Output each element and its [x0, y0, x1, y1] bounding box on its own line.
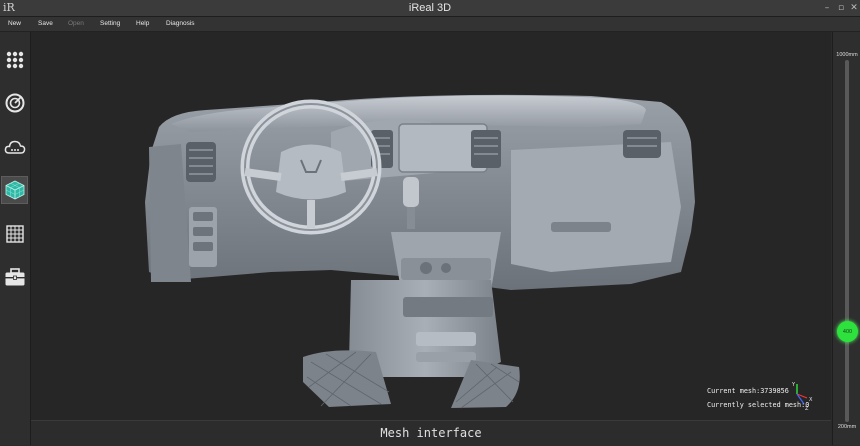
menu-help[interactable]: Help [136, 17, 149, 31]
selected-mesh-count: Currently selected mesh:0 [707, 401, 810, 409]
menu-new[interactable]: New [8, 17, 21, 31]
menu-open[interactable]: Open [68, 17, 84, 31]
status-bar: Mesh interface [31, 420, 831, 446]
tool-sidebar [0, 32, 31, 445]
current-mesh-count: Current mesh:3739856 [707, 387, 789, 395]
maximize-button[interactable]: ▫ [834, 0, 848, 16]
tool-scan-points[interactable] [1, 46, 28, 74]
car-dashboard-mesh: Y X Z [145, 94, 813, 412]
title-bar: iR iReal 3D – ▫ ✕ [0, 0, 860, 17]
svg-text:X: X [809, 397, 813, 403]
depth-slider-panel: 1000mm 400 200mm [832, 32, 860, 445]
tool-mesh[interactable] [1, 176, 28, 204]
tool-toolbox[interactable] [1, 263, 28, 291]
minimize-button[interactable]: – [820, 0, 834, 16]
menu-diagnosis[interactable]: Diagnosis [166, 17, 195, 31]
mesh-cube-icon [5, 180, 24, 200]
cloud-point-icon [4, 140, 25, 154]
grid-icon [5, 225, 24, 243]
tool-scan[interactable] [1, 89, 28, 117]
depth-slider-track[interactable] [845, 60, 849, 422]
slider-min-label: 200mm [837, 424, 857, 430]
toolbox-icon [5, 268, 24, 286]
window-title: iReal 3D [408, 2, 452, 14]
radar-scan-icon [5, 93, 24, 113]
svg-text:Y: Y [791, 382, 796, 388]
menu-setting[interactable]: Setting [100, 17, 120, 31]
slider-value-label: 400 [842, 328, 853, 335]
depth-slider-handle[interactable]: 400 [837, 321, 858, 342]
tool-grid[interactable] [1, 220, 28, 248]
tool-point-cloud[interactable] [1, 133, 28, 161]
menu-bar: New Save Open Setting Help Diagnosis [0, 17, 860, 32]
3d-viewport[interactable]: Y X Z Current mesh:3739856 Currently sel… [31, 32, 831, 420]
menu-save[interactable]: Save [38, 17, 53, 31]
slider-max-label: 1000mm [836, 52, 858, 58]
status-text: Mesh interface [380, 426, 482, 440]
dots-grid-icon [6, 51, 23, 69]
close-button[interactable]: ✕ [847, 0, 860, 16]
